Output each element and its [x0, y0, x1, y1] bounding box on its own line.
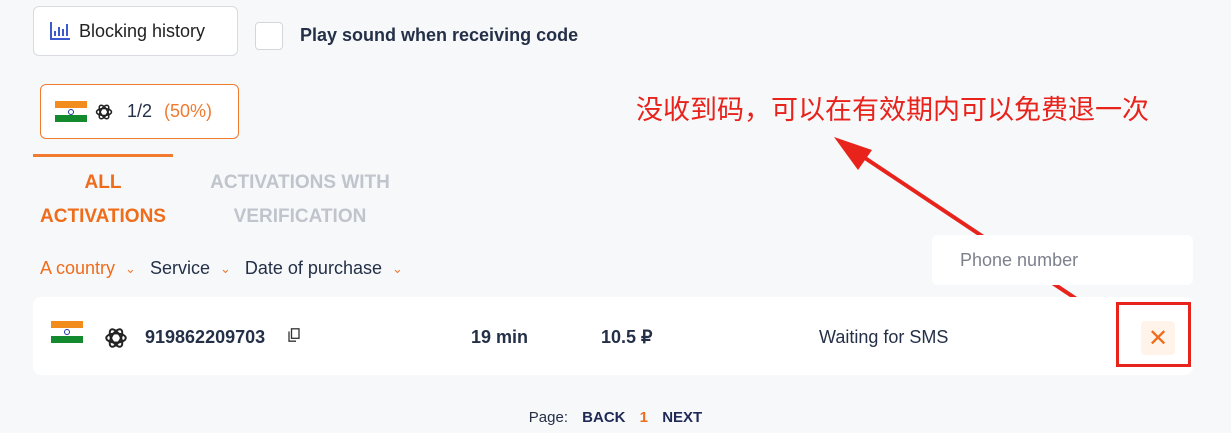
filter-date-of-purchase[interactable]: Date of purchase ⌄ — [245, 258, 403, 279]
country-service-chip[interactable]: 1/2 (50%) — [40, 84, 239, 139]
page-label: Page: — [528, 409, 568, 426]
chevron-down-icon: ⌄ — [391, 260, 403, 276]
bar-chart-icon — [50, 22, 70, 40]
current-page[interactable]: 1 — [640, 409, 648, 426]
openai-icon — [95, 104, 113, 119]
copy-icon[interactable] — [288, 328, 300, 342]
phone-number: 919862209703 — [145, 327, 266, 347]
chevron-down-icon: ⌄ — [125, 260, 136, 276]
activation-ratio: 1/2 — [127, 101, 153, 121]
pagination: Page: BACK 1 NEXT — [0, 409, 1231, 426]
time-remaining: 19 min — [471, 327, 529, 347]
openai-icon — [105, 328, 127, 348]
status-text: Waiting for SMS — [819, 327, 949, 347]
filter-country[interactable]: A country ⌄ — [40, 258, 136, 279]
play-sound-label[interactable]: Play sound when receiving code — [300, 25, 578, 46]
blocking-history-button[interactable]: Blocking history — [33, 6, 238, 56]
filter-service-label: Service — [149, 258, 210, 278]
filter-service[interactable]: Service ⌄ — [150, 258, 231, 279]
india-flag-icon — [55, 100, 87, 123]
india-flag-icon — [51, 321, 83, 343]
table-row: 919862209703 19 min 10.5 ₽ Waiting for S… — [33, 297, 1193, 375]
page-next-button[interactable]: NEXT — [662, 409, 702, 426]
annotation-text: 没收到码，可以在有效期内可以免费退一次 — [636, 95, 1149, 126]
price: 10.5 ₽ — [601, 327, 653, 347]
annotation-highlight-box — [1116, 302, 1191, 367]
play-sound-checkbox[interactable] — [255, 22, 283, 50]
tab-all-activations[interactable]: ALL ACTIVATIONS — [33, 166, 173, 234]
blocking-history-label: Blocking history — [79, 20, 206, 41]
filter-country-label: A country — [40, 258, 116, 278]
active-tab-indicator — [33, 154, 173, 157]
activation-percent: (50%) — [164, 101, 213, 121]
tab-activations-with-verification[interactable]: ACTIVATIONS WITH VERIFICATION — [195, 166, 405, 234]
filter-date-label: Date of purchase — [244, 258, 382, 278]
page-back-button[interactable]: BACK — [582, 409, 625, 426]
chevron-down-icon: ⌄ — [219, 260, 231, 276]
phone-number-search-input[interactable] — [932, 235, 1193, 285]
filter-bar: A country ⌄ Service ⌄ Date of purchase ⌄ — [40, 258, 417, 279]
